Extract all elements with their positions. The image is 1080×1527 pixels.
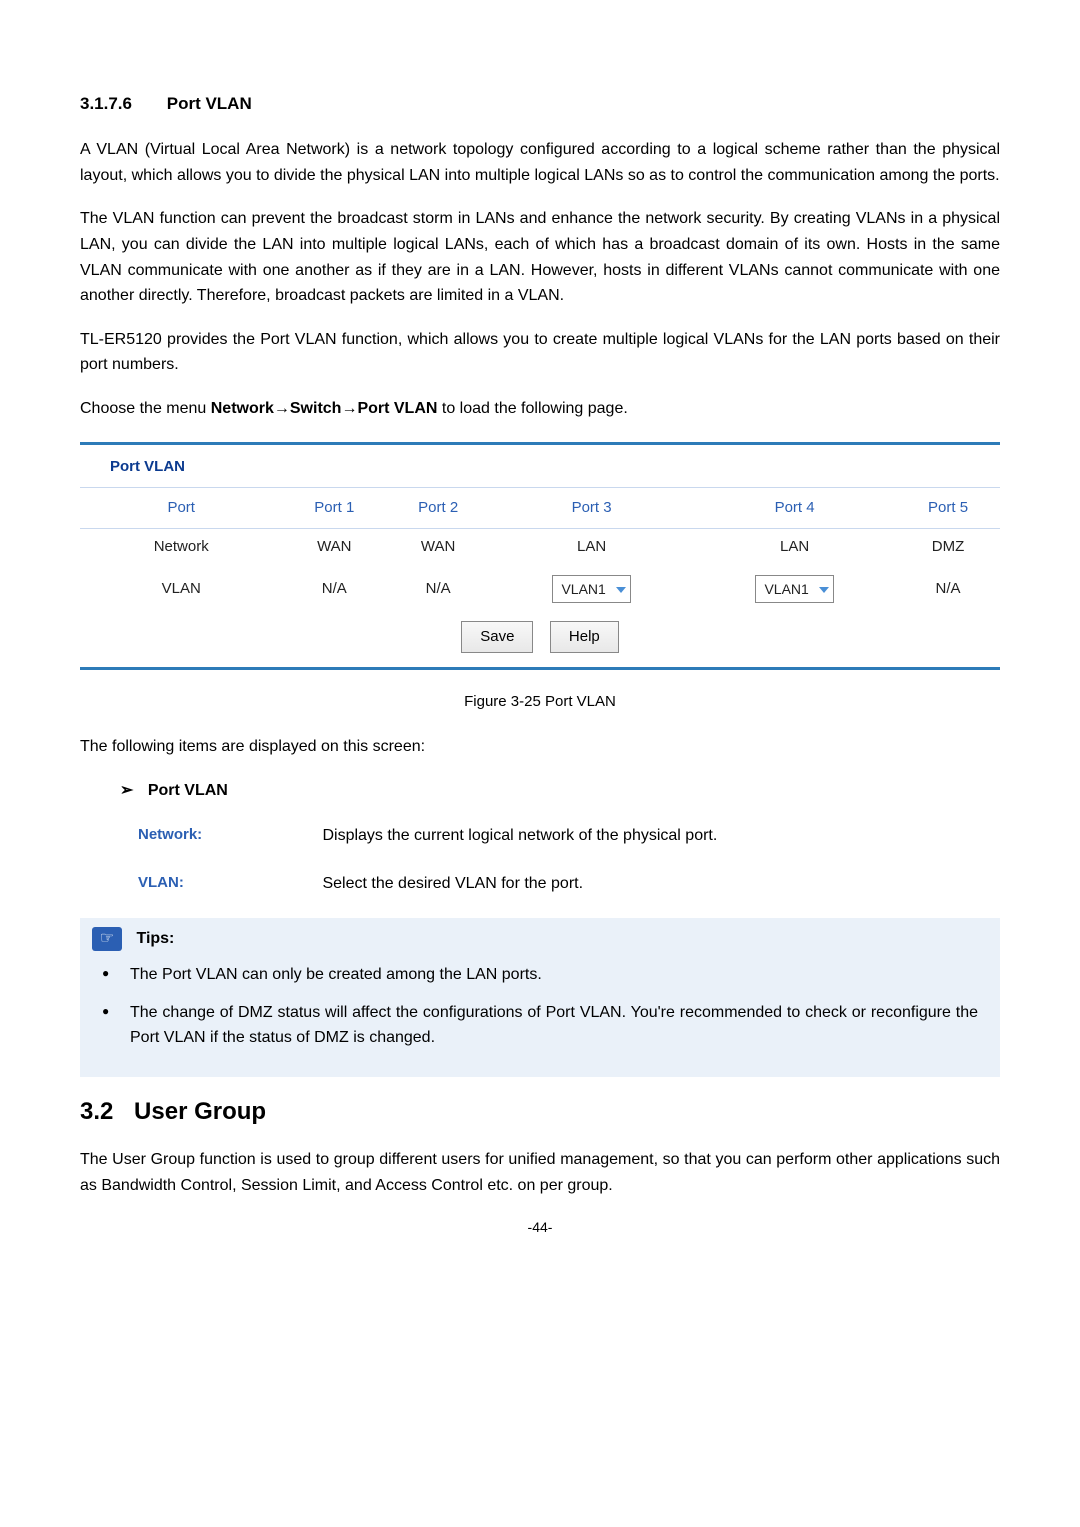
vlan-port3-cell: VLAN1	[490, 565, 693, 607]
section-user-group: 3.2 User Group	[80, 1093, 1000, 1131]
desc-network: Network: Displays the current logical ne…	[138, 823, 1000, 849]
network-port5: DMZ	[896, 528, 1000, 565]
tips-list: The Port VLAN can only be created among …	[80, 952, 1000, 1077]
vlan-port3-value: VLAN1	[561, 581, 605, 597]
vlan-port5: N/A	[896, 565, 1000, 607]
sub-heading-text: Port VLAN	[148, 782, 228, 799]
col-port4: Port 4	[693, 487, 896, 528]
port-vlan-panel: Port VLAN Port Port 1 Port 2 Port 3 Port…	[80, 442, 1000, 670]
table-row-network: Network WAN WAN LAN LAN DMZ	[80, 528, 1000, 565]
vlan-port4-value: VLAN1	[764, 581, 808, 597]
sub-heading-port-vlan: ➢ Port VLAN	[120, 778, 1000, 804]
tips-box: ☞ Tips: The Port VLAN can only be create…	[80, 918, 1000, 1076]
button-row: Save Help	[80, 607, 1000, 667]
menu-suffix: to load the following page.	[437, 400, 627, 417]
col-port2: Port 2	[386, 487, 490, 528]
paragraph-3: TL-ER5120 provides the Port VLAN functio…	[80, 327, 1000, 378]
section-number: 3.1.7.6	[80, 90, 132, 117]
vlan-port3-select[interactable]: VLAN1	[552, 575, 630, 603]
vlan-port4-cell: VLAN1	[693, 565, 896, 607]
col-port5: Port 5	[896, 487, 1000, 528]
vlan-port1: N/A	[282, 565, 386, 607]
table-row-vlan: VLAN N/A N/A VLAN1 VLAN1 N/A	[80, 565, 1000, 607]
desc-vlan: VLAN: Select the desired VLAN for the po…	[138, 871, 1000, 897]
row-label-vlan: VLAN	[80, 565, 282, 607]
col-port1: Port 1	[282, 487, 386, 528]
tips-label: Tips:	[136, 930, 174, 947]
displayed-items-text: The following items are displayed on thi…	[80, 734, 1000, 760]
tips-header: ☞ Tips:	[80, 918, 1000, 952]
desc-label-network: Network:	[138, 823, 318, 847]
triangle-right-icon: ➢	[120, 778, 133, 804]
paragraph-2: The VLAN function can prevent the broadc…	[80, 206, 1000, 308]
menu-path-bold: Network→Switch→Port VLAN	[211, 400, 438, 417]
user-group-number: 3.2	[80, 1098, 113, 1125]
tips-item-2: The change of DMZ status will affect the…	[102, 1000, 978, 1051]
figure-caption: Figure 3-25 Port VLAN	[80, 690, 1000, 714]
paragraph-1: A VLAN (Virtual Local Area Network) is a…	[80, 137, 1000, 188]
menu-prefix: Choose the menu	[80, 400, 211, 417]
chevron-down-icon	[819, 587, 829, 593]
desc-text-network: Displays the current logical network of …	[322, 823, 717, 849]
hand-pointing-icon: ☞	[92, 927, 122, 951]
network-port2: WAN	[386, 528, 490, 565]
help-button[interactable]: Help	[550, 621, 619, 653]
vlan-port4-select[interactable]: VLAN1	[755, 575, 833, 603]
desc-label-vlan: VLAN:	[138, 871, 318, 895]
desc-text-vlan: Select the desired VLAN for the port.	[322, 871, 583, 897]
menu-path-text: Choose the menu Network→Switch→Port VLAN…	[80, 396, 1000, 422]
tips-item-1: The Port VLAN can only be created among …	[102, 962, 978, 988]
network-port1: WAN	[282, 528, 386, 565]
vlan-port2: N/A	[386, 565, 490, 607]
col-port: Port	[80, 487, 282, 528]
row-label-network: Network	[80, 528, 282, 565]
chevron-down-icon	[616, 587, 626, 593]
section-title-text: Port VLAN	[167, 94, 252, 113]
user-group-para: The User Group function is used to group…	[80, 1147, 1000, 1198]
page-number: -44-	[80, 1216, 1000, 1238]
user-group-title: User Group	[134, 1098, 266, 1125]
panel-title: Port VLAN	[80, 445, 1000, 487]
col-port3: Port 3	[490, 487, 693, 528]
network-port3: LAN	[490, 528, 693, 565]
section-heading-port-vlan: 3.1.7.6 Port VLAN	[80, 90, 1000, 117]
save-button[interactable]: Save	[461, 621, 533, 653]
port-vlan-table: Port Port 1 Port 2 Port 3 Port 4 Port 5 …	[80, 487, 1000, 607]
network-port4: LAN	[693, 528, 896, 565]
